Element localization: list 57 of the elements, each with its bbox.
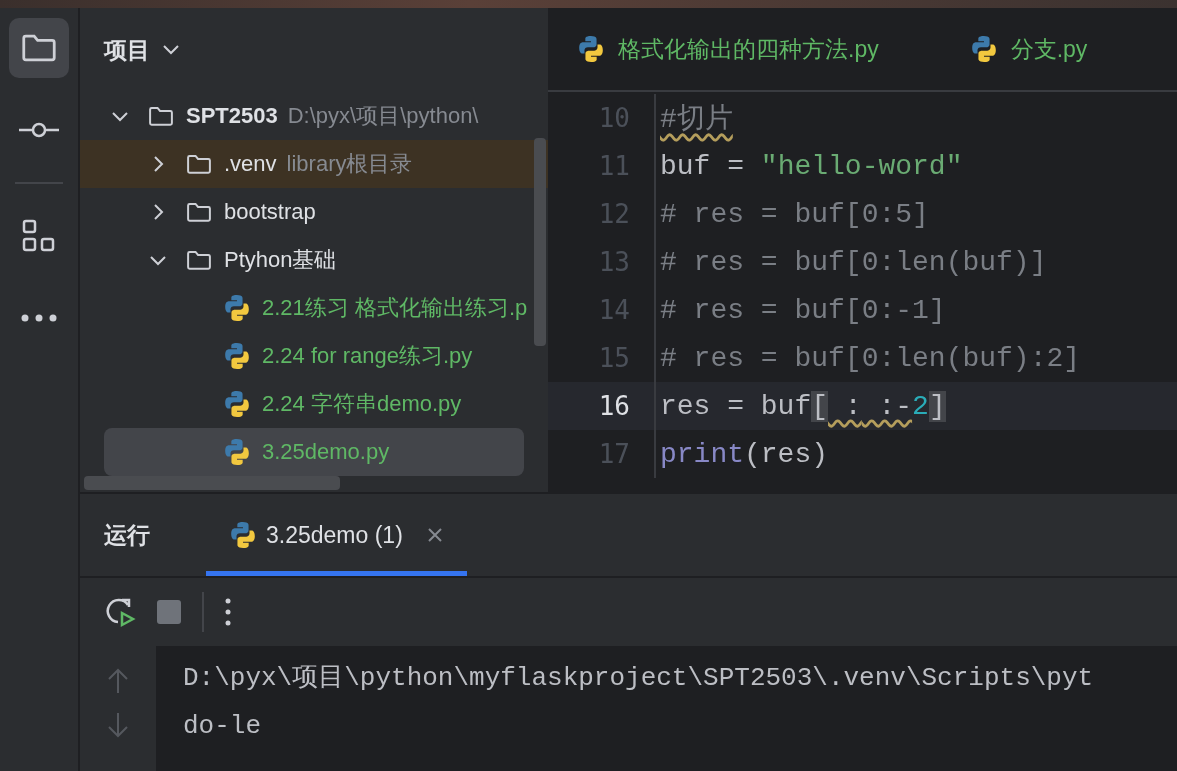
folder-icon	[186, 201, 212, 223]
python-file-icon	[578, 36, 604, 62]
code-line: print(res)	[660, 438, 829, 470]
close-icon[interactable]	[426, 527, 443, 543]
grid-icon	[22, 219, 56, 253]
tree-row[interactable]: 2.24 for range练习.py	[80, 332, 548, 380]
code-line: res = buf[ : :-2]	[660, 390, 946, 422]
console-output: D:\pyx\项目\python\myflaskproject\SPT2503\.venv\Scripts\pyt	[183, 662, 1094, 695]
more-icon[interactable]	[224, 598, 232, 626]
tree-row[interactable]: 2.24 字符串demo.py	[80, 380, 548, 428]
python-file-icon	[970, 36, 997, 62]
code-line: # res = buf[0:len(buf):2]	[660, 342, 1081, 374]
code-line: # res = buf[0:len(buf)]	[660, 246, 1047, 278]
scrollbar[interactable]	[84, 476, 340, 490]
file-name: bootstrap	[224, 199, 316, 225]
console-output: do-le	[183, 710, 262, 743]
tree-row[interactable]: 3.25demo.py	[104, 428, 524, 476]
stop-icon[interactable]	[156, 599, 182, 625]
code-line: # res = buf[0:-1]	[660, 294, 946, 326]
more-icon	[21, 314, 57, 322]
folder-icon	[21, 33, 57, 63]
chevron-down-icon[interactable]	[162, 44, 180, 56]
python-file-icon	[230, 522, 256, 548]
editor-tab[interactable]: 格式化输出的四种方法.py	[574, 27, 883, 71]
tree-row[interactable]: Ptyhon基础	[80, 236, 548, 284]
file-name: Ptyhon基础	[224, 246, 337, 274]
file-name: 2.21练习 格式化输出练习.p	[262, 294, 528, 322]
folder-icon	[186, 249, 212, 271]
commit-icon	[19, 122, 59, 138]
code-line: buf = "hello-word"	[660, 150, 963, 182]
run-tab[interactable]: 3.25demo (1)	[206, 494, 467, 576]
python-file-icon	[224, 343, 250, 369]
file-name: 2.24 字符串demo.py	[262, 390, 462, 418]
panel-title: 运行	[104, 520, 150, 550]
file-name: .venv	[224, 151, 277, 177]
folder-icon	[186, 153, 212, 175]
tree-row[interactable]: bootstrap	[80, 188, 548, 236]
tool-window-button[interactable]	[9, 18, 69, 78]
python-file-icon	[224, 391, 250, 417]
file-name: 3.25demo.py	[262, 439, 390, 465]
folder-icon	[148, 105, 174, 127]
path-hint: D:\pyx\项目\python\	[287, 102, 479, 130]
tree-row[interactable]: 2.21练习 格式化输出练习.p	[80, 284, 548, 332]
panel-title: 项目	[104, 35, 150, 65]
file-name: 2.24 for range练习.py	[262, 342, 473, 370]
line-number: 16	[597, 391, 631, 421]
python-file-icon	[224, 295, 250, 321]
python-file-icon	[224, 439, 250, 465]
tree-row[interactable]: .venv library根目录	[80, 140, 548, 188]
code-line: #切片	[660, 103, 733, 137]
tree-row[interactable]: SPT2503 D:\pyx\项目\python\	[80, 92, 548, 140]
path-hint: library根目录	[286, 150, 413, 178]
scrollbar[interactable]	[534, 138, 546, 346]
editor-tab[interactable]: 分支.py	[966, 27, 1092, 71]
code-line: # res = buf[0:5]	[660, 198, 929, 230]
rerun-icon[interactable]	[104, 596, 136, 628]
file-name: SPT2503	[186, 103, 278, 129]
